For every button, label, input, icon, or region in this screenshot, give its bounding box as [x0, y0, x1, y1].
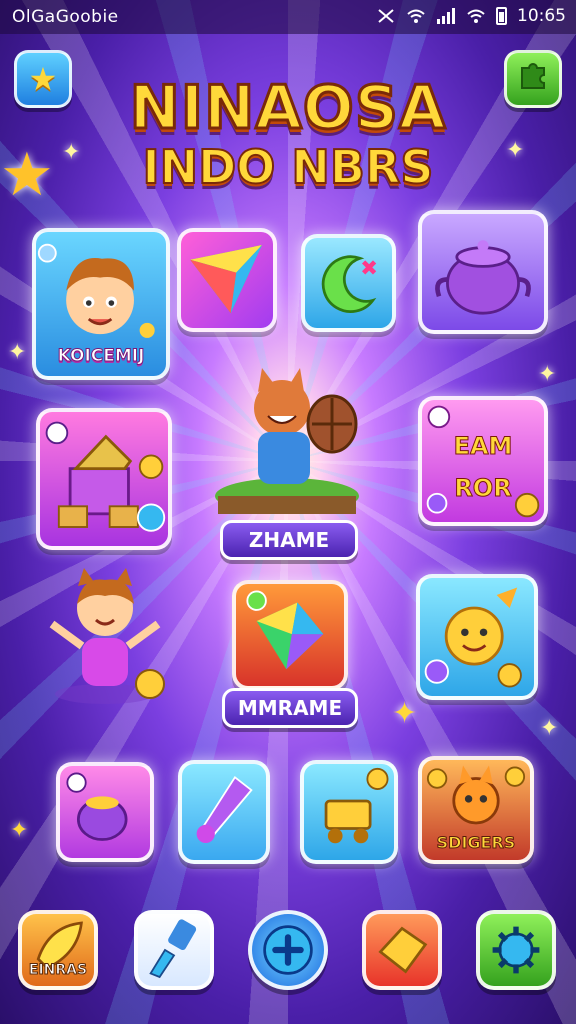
- game-tile-sun[interactable]: [416, 574, 538, 700]
- tile-label-bottom: ROR: [454, 474, 512, 503]
- girl-character: [49, 568, 165, 704]
- nav-settings-button[interactable]: [476, 910, 556, 990]
- sparkle-icon: ✦: [506, 138, 525, 163]
- game-tile-pot[interactable]: [418, 210, 548, 334]
- rainbow-gem-tile: [232, 580, 348, 690]
- game-tile-gem[interactable]: [177, 228, 277, 332]
- star-sparkle: ★: [0, 140, 54, 210]
- gem-icon: [378, 926, 428, 974]
- moon-icon: [321, 255, 377, 313]
- wifi-icon: [466, 7, 486, 25]
- sparkle-icon: ✦: [392, 696, 418, 731]
- purple-cauldron: [66, 772, 128, 841]
- favorites-button[interactable]: ★: [14, 50, 72, 108]
- game-tile-moon[interactable]: [301, 234, 396, 332]
- star-icon: ★: [28, 60, 58, 98]
- nav-gem-button[interactable]: [362, 910, 442, 990]
- game-tile-letters[interactable]: EAM ROR: [418, 396, 548, 526]
- sparkle-icon: ✦: [538, 362, 557, 387]
- game-tile-girl[interactable]: [40, 566, 170, 706]
- nav-label: EINRAS: [28, 962, 88, 979]
- title-line-2: INDO NBRS: [141, 140, 434, 194]
- battery-icon: [496, 7, 507, 25]
- nav-rocket-button[interactable]: EINRAS: [18, 910, 98, 990]
- sparkle-icon: ✦: [10, 818, 29, 843]
- carrier-name: OlGaGoobie: [12, 7, 119, 27]
- rainbow-gem: [190, 245, 262, 314]
- tile-label: SDIGERS: [436, 833, 516, 853]
- game-tile-crystal[interactable]: [178, 760, 270, 864]
- second-featured-label: MMRAME: [222, 688, 358, 728]
- game-tile-koicemij[interactable]: KOICEMIJ: [32, 228, 170, 380]
- nav-paint-button[interactable]: [134, 910, 214, 990]
- castle-blocks: [45, 421, 166, 532]
- tile-label: KOICEMIJ: [57, 346, 145, 367]
- puzzle-icon: [516, 58, 550, 100]
- signal-icon: [436, 7, 456, 25]
- purple-pot: [435, 240, 531, 315]
- game-tile-cart[interactable]: [300, 760, 398, 864]
- title-line-1: NINAOSA: [128, 73, 447, 143]
- game-tile-cauldron[interactable]: [56, 762, 154, 862]
- featured-game-label: ZHAME: [220, 520, 358, 560]
- tile-label-top: EAM: [453, 432, 513, 461]
- wifi-icon: [406, 7, 426, 25]
- sun-character: [424, 587, 522, 688]
- game-title: NINAOSA INDO NBRS: [98, 73, 478, 198]
- puzzle-button[interactable]: [504, 50, 562, 108]
- plus-icon: [263, 925, 313, 975]
- sparkle-icon: ✦: [8, 340, 27, 365]
- mute-icon: [376, 7, 396, 25]
- featured-game[interactable]: ZHAME: [204, 362, 370, 562]
- rainbow-gem: [246, 590, 324, 670]
- sparkle-icon: ✦: [540, 716, 559, 741]
- nav-add-button[interactable]: [248, 910, 328, 990]
- status-bar: OlGaGoobie 10:65: [0, 0, 576, 34]
- game-tile-castle[interactable]: [36, 408, 172, 550]
- clock: 10:65: [517, 6, 566, 26]
- gear-icon: [492, 926, 540, 974]
- game-tile-sdigers[interactable]: SDIGERS: [418, 756, 534, 864]
- golden-cart: [324, 767, 389, 844]
- cat-character-with-drum: [215, 368, 359, 514]
- paintbrush-icon: [149, 919, 197, 979]
- second-featured-game[interactable]: MMRAME: [222, 580, 358, 730]
- letters-board: [426, 405, 540, 518]
- crystal-wand: [196, 775, 253, 844]
- sparkle-icon: ✦: [62, 140, 81, 165]
